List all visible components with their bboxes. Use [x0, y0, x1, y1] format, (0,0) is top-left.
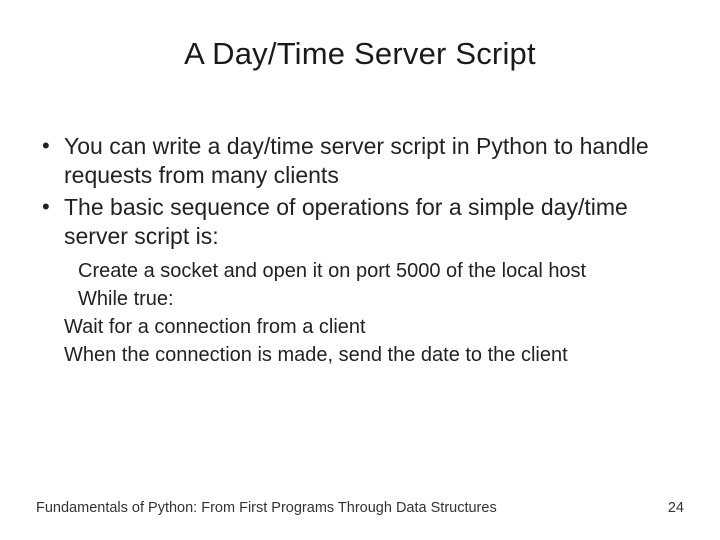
sub-sub-item: When the connection is made, send the da…: [64, 342, 684, 369]
bullet-item: The basic sequence of operations for a s…: [36, 193, 684, 252]
sub-list: Create a socket and open it on port 5000…: [78, 258, 684, 313]
slide-title: A Day/Time Server Script: [0, 0, 720, 92]
slide-content: You can write a day/time server script i…: [0, 92, 720, 369]
footer-text: Fundamentals of Python: From First Progr…: [36, 500, 497, 516]
bullet-item: You can write a day/time server script i…: [36, 132, 684, 191]
sub-item: While true:: [78, 286, 684, 313]
slide-footer: Fundamentals of Python: From First Progr…: [36, 500, 684, 516]
sub-sub-list: Wait for a connection from a client When…: [64, 314, 684, 369]
bullet-list: You can write a day/time server script i…: [36, 132, 684, 252]
page-number: 24: [668, 500, 684, 516]
slide-container: A Day/Time Server Script You can write a…: [0, 0, 720, 540]
sub-item: Create a socket and open it on port 5000…: [78, 258, 684, 285]
sub-sub-item: Wait for a connection from a client: [64, 314, 684, 341]
